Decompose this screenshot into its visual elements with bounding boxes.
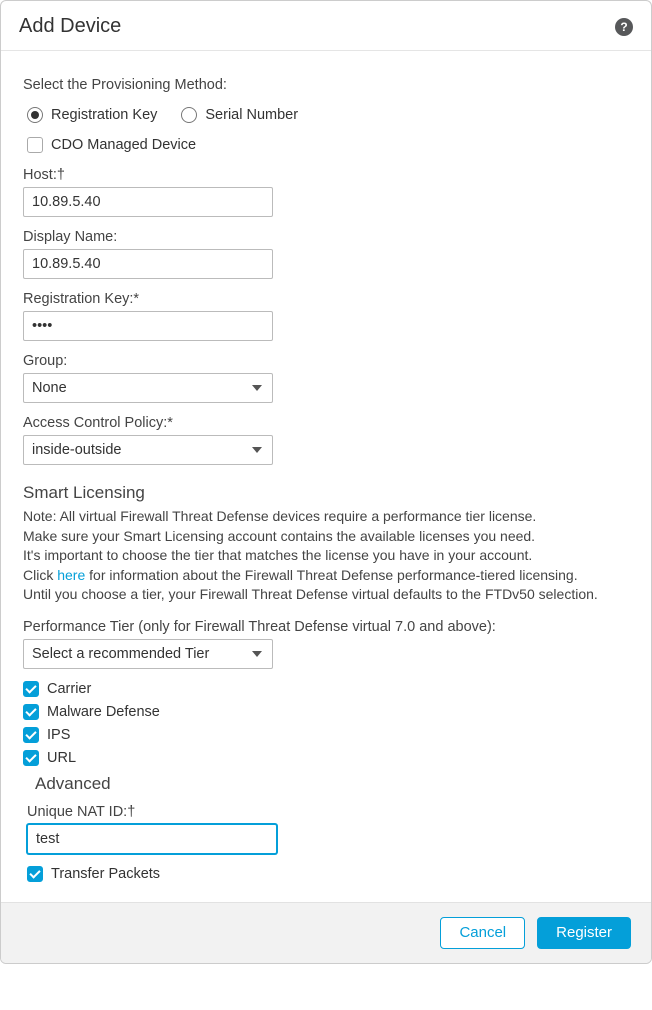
- checkbox-label: Carrier: [47, 681, 91, 697]
- checkbox-icon: [27, 866, 43, 882]
- radio-label: Registration Key: [51, 107, 157, 123]
- note-line: Until you choose a tier, your Firewall T…: [23, 585, 629, 605]
- smart-licensing-heading: Smart Licensing: [23, 483, 629, 503]
- malware-checkbox[interactable]: Malware Defense: [23, 704, 629, 720]
- registration-key-label: Registration Key:*: [23, 291, 629, 307]
- help-icon[interactable]: ?: [615, 18, 633, 36]
- display-name-field: Display Name: 10.89.5.40: [23, 229, 629, 279]
- dialog-title: Add Device: [19, 15, 121, 38]
- performance-tier-value: Select a recommended Tier: [32, 646, 209, 662]
- add-device-dialog: Add Device ? Select the Provisioning Met…: [0, 0, 652, 964]
- chevron-down-icon: [252, 651, 262, 657]
- performance-tier-field: Performance Tier (only for Firewall Thre…: [23, 619, 629, 669]
- checkbox-label: CDO Managed Device: [51, 137, 196, 153]
- host-input[interactable]: 10.89.5.40: [23, 187, 273, 217]
- transfer-packets-checkbox[interactable]: Transfer Packets: [27, 866, 629, 882]
- checkbox-label: URL: [47, 750, 76, 766]
- host-value: 10.89.5.40: [32, 194, 101, 210]
- performance-tier-select[interactable]: Select a recommended Tier: [23, 639, 273, 669]
- radio-label: Serial Number: [205, 107, 298, 123]
- advanced-heading: Advanced: [35, 774, 629, 794]
- note-line: Click here for information about the Fir…: [23, 566, 629, 586]
- group-label: Group:: [23, 353, 629, 369]
- checkbox-label: Malware Defense: [47, 704, 160, 720]
- register-button[interactable]: Register: [537, 917, 631, 949]
- group-field: Group: None: [23, 353, 629, 403]
- radio-serial-number[interactable]: Serial Number: [181, 107, 298, 123]
- nat-id-input[interactable]: test: [27, 824, 277, 854]
- display-name-value: 10.89.5.40: [32, 256, 101, 272]
- nat-id-label: Unique NAT ID:†: [27, 804, 629, 820]
- url-checkbox[interactable]: URL: [23, 750, 629, 766]
- display-name-input[interactable]: 10.89.5.40: [23, 249, 273, 279]
- note-line: Note: All virtual Firewall Threat Defens…: [23, 507, 629, 527]
- checkbox-label: IPS: [47, 727, 70, 743]
- radio-icon: [27, 107, 43, 123]
- dialog-body: Select the Provisioning Method: Registra…: [1, 51, 651, 902]
- checkbox-icon: [23, 727, 39, 743]
- performance-tier-label: Performance Tier (only for Firewall Thre…: [23, 619, 629, 635]
- acp-label: Access Control Policy:*: [23, 415, 629, 431]
- group-select[interactable]: None: [23, 373, 273, 403]
- nat-id-field: Unique NAT ID:† test: [27, 804, 629, 854]
- cdo-managed-checkbox[interactable]: CDO Managed Device: [27, 137, 629, 153]
- registration-key-value: ••••: [32, 318, 52, 334]
- radio-icon: [181, 107, 197, 123]
- checkbox-label: Transfer Packets: [51, 866, 160, 882]
- registration-key-input[interactable]: ••••: [23, 311, 273, 341]
- checkbox-icon: [23, 681, 39, 697]
- acp-field: Access Control Policy:* inside-outside: [23, 415, 629, 465]
- dialog-header: Add Device ?: [1, 1, 651, 51]
- registration-key-field: Registration Key:* ••••: [23, 291, 629, 341]
- cancel-button[interactable]: Cancel: [440, 917, 525, 949]
- chevron-down-icon: [252, 385, 262, 391]
- smart-licensing-note: Note: All virtual Firewall Threat Defens…: [23, 507, 629, 605]
- host-field: Host:† 10.89.5.40: [23, 167, 629, 217]
- group-value: None: [32, 380, 67, 396]
- carrier-checkbox[interactable]: Carrier: [23, 681, 629, 697]
- acp-value: inside-outside: [32, 442, 121, 458]
- note-line: It's important to choose the tier that m…: [23, 546, 629, 566]
- licensing-info-link[interactable]: here: [57, 567, 85, 583]
- ips-checkbox[interactable]: IPS: [23, 727, 629, 743]
- nat-id-value: test: [36, 831, 59, 847]
- radio-registration-key[interactable]: Registration Key: [27, 107, 157, 123]
- note-line: Make sure your Smart Licensing account c…: [23, 527, 629, 547]
- chevron-down-icon: [252, 447, 262, 453]
- provisioning-radio-group: Registration Key Serial Number: [27, 107, 629, 123]
- checkbox-icon: [23, 750, 39, 766]
- checkbox-icon: [23, 704, 39, 720]
- dialog-footer: Cancel Register: [1, 902, 651, 963]
- host-label: Host:†: [23, 167, 629, 183]
- license-checkbox-group: Carrier Malware Defense IPS URL: [23, 681, 629, 766]
- acp-select[interactable]: inside-outside: [23, 435, 273, 465]
- display-name-label: Display Name:: [23, 229, 629, 245]
- checkbox-icon: [27, 137, 43, 153]
- provisioning-method-label: Select the Provisioning Method:: [23, 77, 629, 93]
